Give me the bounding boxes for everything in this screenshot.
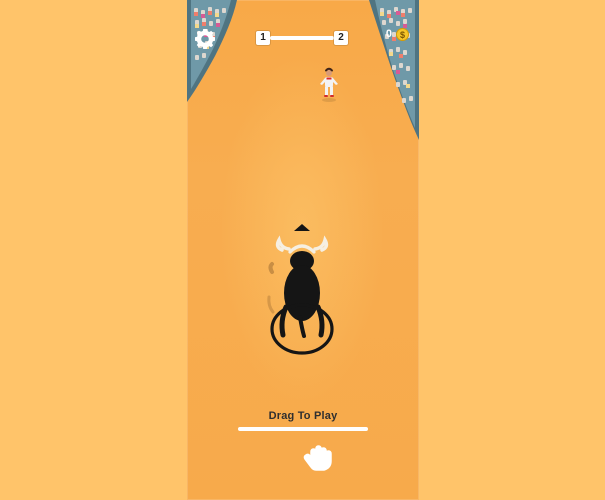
drag-to-play-prompt[interactable]: Drag To Play: [238, 406, 368, 472]
drag-hand-button[interactable]: [299, 437, 333, 471]
gear-icon: [195, 29, 215, 49]
matador-icon: [320, 67, 338, 102]
matador-character[interactable]: [315, 67, 343, 103]
next-level-badge: 2: [334, 31, 348, 45]
top-hud: 1 2 0 $: [187, 0, 419, 54]
game-viewport[interactable]: 1 2 0 $ Drag To Play: [187, 0, 419, 500]
coin-counter: 0 $: [386, 28, 409, 41]
coin-count: 0: [385, 28, 392, 40]
current-level-badge: 1: [256, 31, 270, 45]
coin-icon: $: [396, 28, 409, 41]
settings-button[interactable]: [193, 27, 217, 51]
drag-instruction-label: Drag To Play: [268, 410, 338, 422]
drag-track[interactable]: [238, 427, 368, 431]
game-screen: 1 2 0 $ Drag To Play: [0, 0, 605, 500]
level-progress: 1 2: [256, 31, 348, 45]
player-bull[interactable]: [266, 224, 338, 356]
level-progress-track: [270, 36, 334, 40]
bull-icon: [267, 224, 334, 355]
hand-pointer-icon: [303, 445, 332, 471]
